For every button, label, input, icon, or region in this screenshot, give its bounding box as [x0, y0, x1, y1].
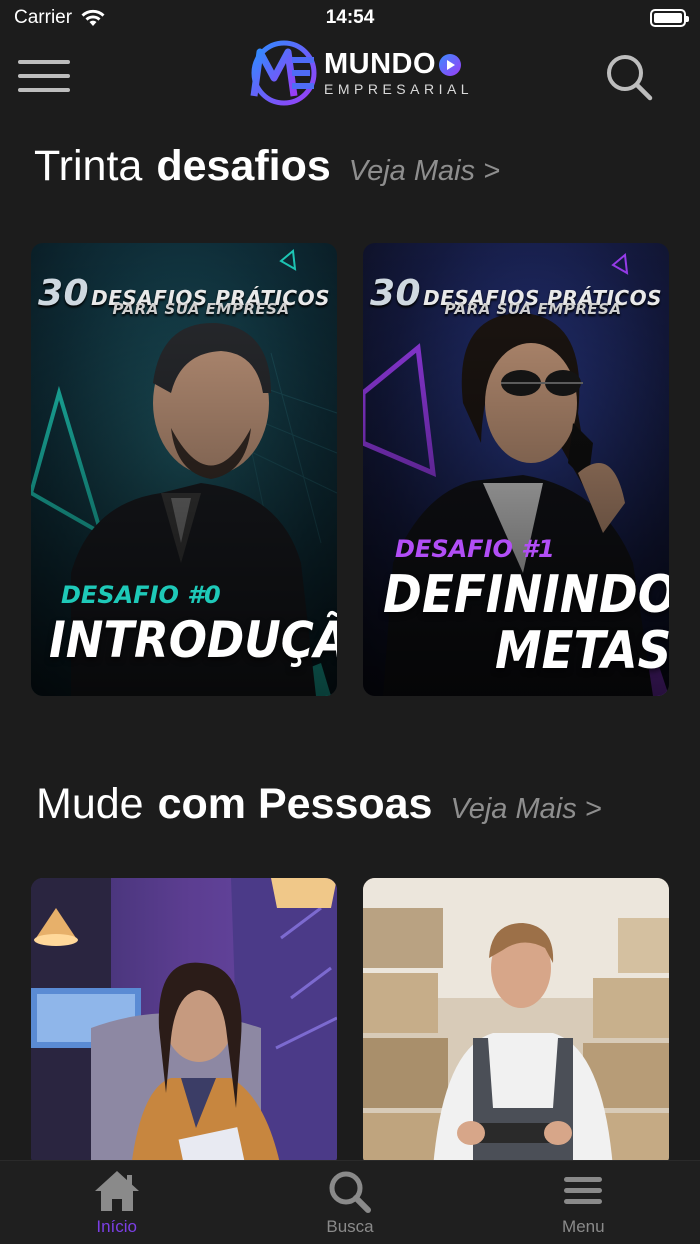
section-title-pessoas: Mude com Pessoas Veja Mais >: [36, 780, 602, 829]
status-bar: Carrier 14:54: [0, 0, 700, 36]
tab-menu[interactable]: Menu: [467, 1161, 700, 1244]
bottom-tab-bar: Início Busca Menu: [0, 1160, 700, 1244]
desafio-label: DESAFIO #0: [61, 581, 221, 609]
desafio-headline-line1: DEFININDO: [383, 565, 669, 625]
hamburger-menu-button[interactable]: [18, 60, 70, 92]
section-title-light: Trinta: [34, 142, 143, 190]
menu-icon: [564, 1177, 603, 1204]
section-title-desafios: Trinta desafios Veja Mais >: [34, 142, 500, 191]
see-more-link[interactable]: Veja Mais >: [349, 155, 500, 188]
warehouse-worker-photo: [363, 878, 669, 1168]
pessoas-card-office[interactable]: [31, 878, 337, 1168]
tab-label: Busca: [326, 1217, 374, 1236]
home-icon: [94, 1171, 139, 1211]
tab-label: Início: [96, 1217, 137, 1236]
logo-subtitle: EMPRESARIAL: [324, 81, 474, 97]
wifi-icon: [81, 9, 105, 26]
desafio-card-introducao[interactable]: 30 DESAFIOS PRÁTICOS PARA SUA EMPRESA DES…: [31, 243, 337, 696]
logo-emblem-icon: [250, 40, 317, 106]
see-more-link[interactable]: Veja Mais >: [450, 793, 601, 826]
app-header: MUNDO EMPRESARIAL: [0, 36, 700, 116]
desafio-headline-line2: METAS!: [495, 621, 669, 681]
play-icon: [439, 53, 462, 76]
desafio-label: DESAFIO #1: [395, 535, 555, 563]
desafio-headline: INTRODUÇÃO!: [49, 611, 337, 669]
carrier-label: Carrier: [14, 7, 73, 28]
section-title-light: Mude: [36, 780, 144, 828]
status-left: Carrier: [14, 7, 106, 29]
section-title-bold: com Pessoas: [157, 780, 433, 828]
woman-at-office-desk-photo: [31, 878, 337, 1168]
pessoas-card-warehouse[interactable]: [363, 878, 669, 1168]
app-logo[interactable]: MUNDO EMPRESARIAL: [248, 38, 473, 108]
battery-icon: [650, 9, 689, 27]
card-banner: 30 DESAFIOS PRÁTICOS PARA SUA EMPRESA: [369, 273, 663, 318]
desafio-card-definindo-metas[interactable]: 30 DESAFIOS PRÁTICOS PARA SUA EMPRESA DES…: [363, 243, 669, 696]
tab-inicio[interactable]: Início: [0, 1161, 233, 1244]
section-title-bold: desafios: [156, 142, 331, 190]
search-icon: [329, 1171, 371, 1213]
logo-wordmark: MUNDO: [324, 48, 437, 80]
search-icon: [607, 55, 653, 101]
search-button[interactable]: [604, 52, 654, 102]
card-banner: 30 DESAFIOS PRÁTICOS PARA SUA EMPRESA: [37, 273, 331, 318]
tab-label: Menu: [562, 1217, 605, 1236]
tab-busca[interactable]: Busca: [233, 1161, 466, 1244]
